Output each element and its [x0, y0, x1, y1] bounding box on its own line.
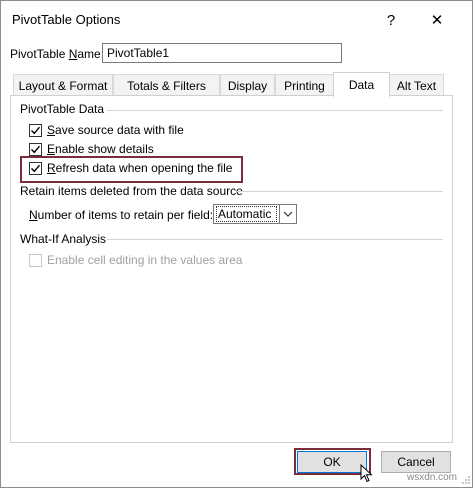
tab-printing[interactable]: Printing [275, 74, 334, 96]
resize-grip-icon[interactable] [461, 475, 471, 485]
retain-items-dropdown[interactable]: Automatic [213, 204, 297, 224]
enable-show-details-checkbox[interactable] [29, 142, 42, 156]
title-bar: PivotTable Options ? ✕ [1, 1, 472, 39]
checkmark-icon [31, 126, 41, 134]
refresh-on-open-option[interactable]: Refresh data when opening the file [29, 160, 232, 176]
retain-items-heading: Retain items deleted from the data sourc… [20, 184, 243, 198]
chevron-down-icon [283, 211, 293, 217]
tab-layout-format[interactable]: Layout & Format [13, 74, 113, 96]
dropdown-button[interactable] [279, 205, 296, 223]
divider [107, 239, 443, 240]
save-source-data-option[interactable]: Save source data with file [29, 122, 184, 138]
close-icon: ✕ [430, 12, 444, 29]
window-title: PivotTable Options [12, 12, 121, 27]
name-row: PivotTable Name: [10, 43, 342, 64]
pivottable-data-heading: PivotTable Data [20, 102, 105, 116]
help-button[interactable]: ? [378, 8, 404, 32]
checkmark-icon [31, 164, 41, 172]
tab-display[interactable]: Display [220, 74, 275, 96]
enable-cell-editing-option[interactable]: Enable cell editing in the values area [29, 252, 242, 268]
divider [107, 110, 443, 111]
retain-items-label: Number of items to retain per field: [29, 208, 214, 222]
retain-items-selected-value: Automatic [216, 206, 277, 222]
enable-show-details-option[interactable]: Enable show details [29, 141, 154, 157]
divider [237, 191, 443, 192]
close-button[interactable]: ✕ [424, 8, 450, 32]
mouse-pointer-icon [360, 464, 373, 483]
tab-totals-filters[interactable]: Totals & Filters [113, 74, 220, 96]
refresh-on-open-label: Refresh data when opening the file [47, 161, 233, 175]
tab-alt-text[interactable]: Alt Text [389, 74, 444, 96]
pivottable-options-dialog: PivotTable Options ? ✕ PivotTable Name: … [0, 0, 473, 488]
enable-cell-editing-checkbox[interactable] [29, 253, 42, 267]
refresh-on-open-checkbox[interactable] [29, 161, 42, 175]
checkmark-icon [31, 145, 41, 153]
watermark: wsxdn.com [407, 472, 458, 483]
save-source-data-checkbox[interactable] [29, 123, 42, 137]
tab-data[interactable]: Data [333, 72, 390, 97]
retain-items-row: Number of items to retain per field: [29, 206, 213, 224]
cancel-button[interactable]: Cancel [381, 451, 451, 473]
what-if-heading: What-If Analysis [20, 232, 107, 246]
question-icon: ? [386, 11, 396, 29]
ok-button[interactable]: OK [297, 451, 367, 473]
save-source-data-label: Save source data with file [47, 123, 184, 137]
enable-show-details-label: Enable show details [47, 142, 154, 156]
pivottable-name-input[interactable] [102, 43, 342, 63]
name-label: PivotTable Name: [10, 47, 105, 61]
enable-cell-editing-label: Enable cell editing in the values area [47, 253, 243, 267]
